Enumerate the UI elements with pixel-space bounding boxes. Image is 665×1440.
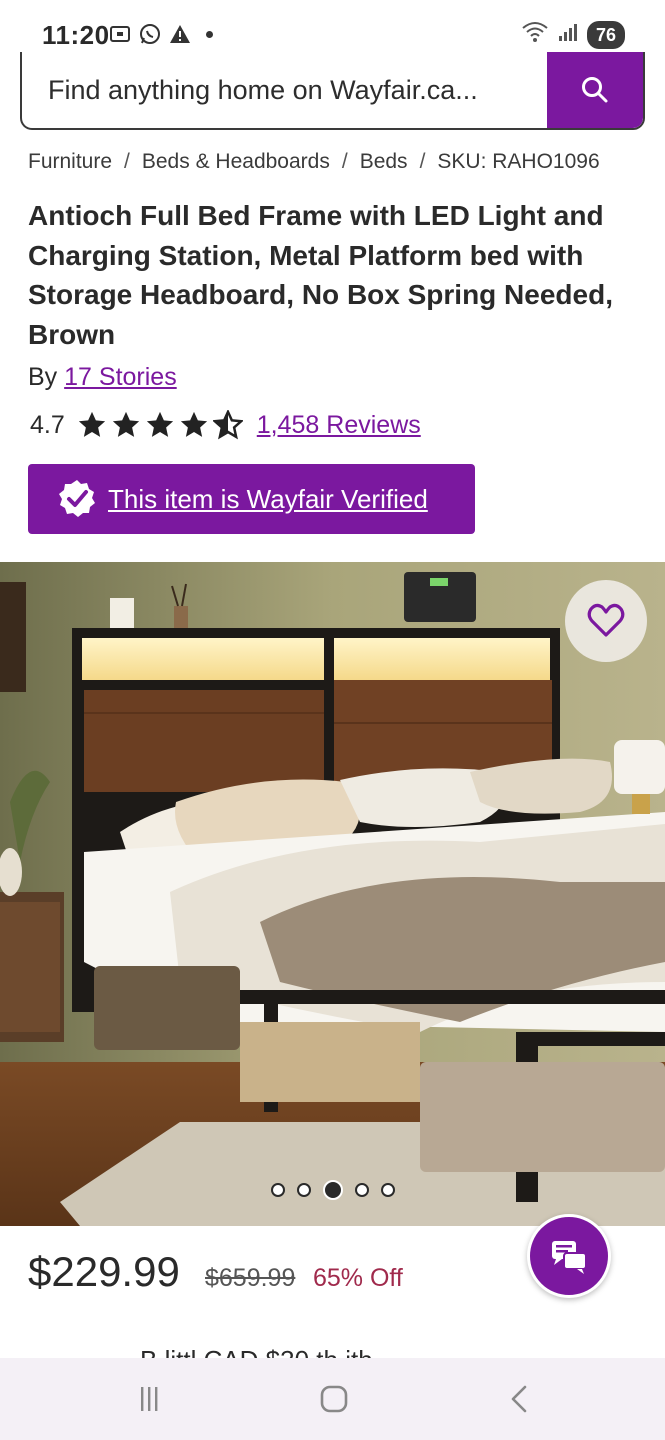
- warning-icon: [168, 22, 192, 46]
- current-price: $229.99: [28, 1248, 180, 1295]
- product-image-carousel[interactable]: [0, 562, 665, 1226]
- brand-line: By 17 Stories: [28, 363, 177, 392]
- breadcrumb-sku: SKU: RAHO1096: [437, 150, 600, 173]
- whatsapp-icon: [138, 22, 162, 46]
- by-label: By: [28, 363, 58, 391]
- breadcrumb-separator: /: [124, 150, 130, 173]
- recents-icon[interactable]: [129, 1384, 169, 1414]
- carousel-dot[interactable]: [322, 1180, 343, 1200]
- verified-label: This item is Wayfair Verified: [108, 483, 428, 514]
- verified-badge-icon: [59, 480, 95, 517]
- original-price: $659.99: [205, 1264, 296, 1292]
- search-bar: [20, 52, 645, 130]
- status-icons-right: 76: [521, 20, 625, 49]
- reviews-link[interactable]: 1,458 Reviews: [257, 411, 421, 440]
- carousel-dot[interactable]: [380, 1183, 395, 1197]
- star-rating: [77, 410, 243, 440]
- star-full-icon: [146, 411, 173, 437]
- heart-icon: [587, 603, 625, 637]
- signal-icon: [557, 21, 579, 48]
- rating-row: 4.7 1,458 Reviews: [30, 410, 421, 440]
- search-input[interactable]: [22, 52, 550, 128]
- brand-link[interactable]: 17 Stories: [64, 363, 177, 391]
- breadcrumb-separator: /: [341, 150, 348, 173]
- favorite-button[interactable]: [565, 580, 647, 662]
- rating-value: 4.7: [30, 410, 65, 439]
- star-half-icon: [212, 410, 243, 440]
- chat-icon: [552, 1241, 587, 1274]
- discount-label: 65% Off: [313, 1264, 403, 1292]
- product-title: Antioch Full Bed Frame with LED Light an…: [28, 200, 613, 350]
- star-full-icon: [112, 411, 139, 437]
- wifi-icon: [521, 20, 549, 49]
- back-icon[interactable]: [500, 1384, 540, 1414]
- star-full-icon: [78, 411, 105, 437]
- breadcrumb-separator: /: [419, 150, 426, 173]
- breadcrumb-item-furniture[interactable]: Furniture: [28, 150, 112, 174]
- carousel-dot[interactable]: [354, 1183, 369, 1197]
- battery-icon: 76: [586, 20, 625, 49]
- chat-button[interactable]: [527, 1214, 611, 1298]
- star-full-icon: [180, 411, 207, 437]
- search-button[interactable]: [547, 52, 643, 128]
- status-time: 11:20: [42, 20, 110, 50]
- wayfair-verified-button[interactable]: This item is Wayfair Verified: [28, 464, 475, 534]
- breadcrumb: Furniture / Beds & Headboards / Beds / S…: [28, 150, 600, 174]
- screenshot-icon: [108, 22, 132, 46]
- financing-text: B littl CAD $30 th ith: [140, 1344, 640, 1358]
- product-image: [0, 562, 665, 1226]
- dot-icon: [206, 30, 213, 38]
- search-icon: [582, 77, 608, 103]
- carousel-dots[interactable]: [0, 1180, 665, 1200]
- carousel-dot[interactable]: [296, 1183, 311, 1197]
- breadcrumb-item-beds[interactable]: Beds: [360, 150, 408, 174]
- status-icons-left: [108, 22, 213, 46]
- carousel-dot[interactable]: [270, 1183, 285, 1197]
- breadcrumb-item-beds-headboards[interactable]: Beds & Headboards: [142, 150, 330, 174]
- system-nav-bar: [0, 1358, 665, 1440]
- home-icon[interactable]: [314, 1384, 354, 1414]
